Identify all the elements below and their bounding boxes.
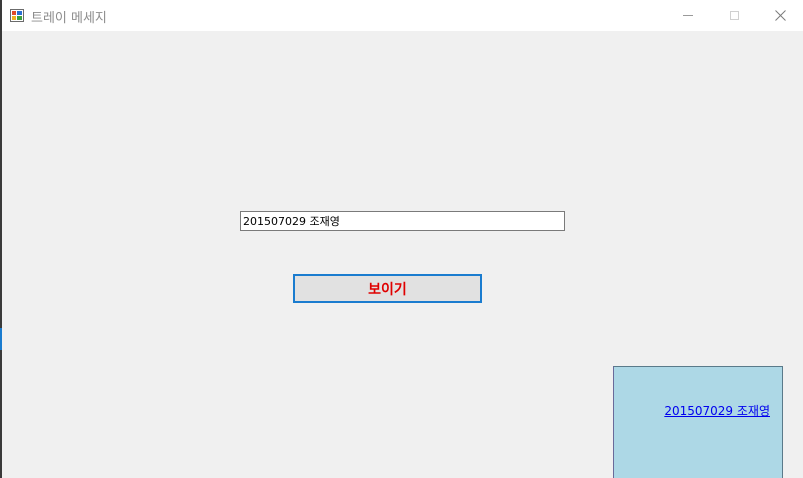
show-button-label: 보이기 — [368, 281, 407, 298]
maximize-icon — [729, 11, 739, 20]
close-icon — [774, 10, 786, 21]
minimize-button[interactable] — [665, 0, 711, 31]
app-window: 트레이 메세지 보이기 201507029 조재영 — [2, 0, 803, 478]
show-button[interactable]: 보이기 — [293, 274, 482, 303]
message-input[interactable] — [240, 211, 565, 231]
tray-message-link[interactable]: 201507029 조재영 — [664, 402, 770, 419]
app-icon — [10, 9, 24, 22]
tray-panel: 201507029 조재영 — [613, 366, 783, 478]
window-title: 트레이 메세지 — [31, 11, 107, 26]
maximize-button[interactable] — [711, 0, 757, 31]
close-button[interactable] — [757, 0, 803, 31]
minimize-icon — [683, 15, 693, 16]
title-bar[interactable]: 트레이 메세지 — [2, 0, 803, 31]
